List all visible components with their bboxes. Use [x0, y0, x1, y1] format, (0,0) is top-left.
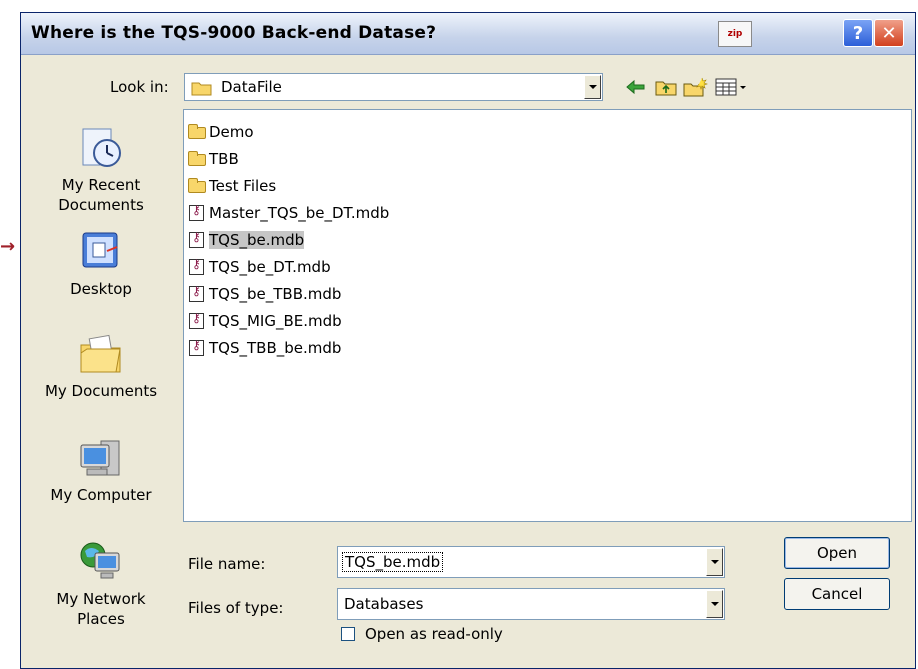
file-name-text: TQS_be_DT.mdb — [209, 258, 331, 276]
access-database-icon — [187, 311, 207, 330]
my-documents-icon — [77, 331, 125, 377]
place-label: My Computer — [50, 486, 152, 504]
file-name-text: TQS_MIG_BE.mdb — [209, 312, 342, 330]
desktop-icon — [77, 229, 125, 275]
access-database-icon — [187, 257, 207, 276]
place-label: Desktop — [70, 280, 132, 298]
access-database-icon — [187, 203, 207, 222]
place-my-network-places[interactable]: My Network Places — [21, 539, 181, 629]
file-list-item[interactable]: Master_TQS_be_DT.mdb — [187, 201, 389, 225]
file-name-text: Test Files — [209, 177, 277, 195]
look-in-label: Look in: — [110, 78, 169, 96]
file-list-item[interactable]: TQS_MIG_BE.mdb — [187, 309, 342, 333]
file-list[interactable]: Demo TBB Test Files Master_TQS_be_DT.mdb TQS… — [183, 109, 912, 522]
file-name-text: TQS_be_TBB.mdb — [209, 285, 342, 303]
place-label: My Documents — [44, 382, 158, 400]
file-list-item[interactable]: TQS_be_DT.mdb — [187, 255, 331, 279]
file-list-item[interactable]: TQS_be.mdb — [187, 228, 305, 252]
access-database-icon — [187, 284, 207, 303]
file-name-text: TQS_TBB_be.mdb — [209, 339, 342, 357]
look-in-dropdown-button[interactable] — [584, 75, 601, 99]
file-list-item[interactable]: TQS_be_TBB.mdb — [187, 282, 341, 306]
folder-icon — [191, 82, 212, 96]
title-bar: Where is the TQS-9000 Back-end Datase? z… — [21, 13, 915, 55]
access-database-icon — [187, 230, 207, 249]
chevron-down-icon — [588, 85, 597, 89]
place-my-computer[interactable]: My Computer — [21, 435, 181, 505]
recent-documents-icon — [77, 125, 125, 171]
file-name-input[interactable]: TQS_be.mdb — [337, 546, 725, 578]
file-list-item[interactable]: TQS_TBB_be.mdb — [187, 336, 341, 360]
chevron-down-icon — [710, 602, 719, 606]
folder-icon — [187, 150, 207, 168]
place-my-recent-documents[interactable]: My Recent Documents — [21, 125, 181, 215]
chevron-down-icon — [710, 560, 719, 564]
read-only-label: Open as read-only — [365, 625, 503, 643]
file-list-item[interactable]: Test Files — [187, 174, 276, 198]
zip-button[interactable]: zip — [718, 21, 752, 47]
look-in-dropdown[interactable]: DataFile — [184, 73, 603, 101]
file-type-dropdown[interactable]: Databases — [337, 588, 725, 620]
file-name-text: TQS_be.mdb — [209, 231, 305, 249]
file-name-text: Master_TQS_be_DT.mdb — [209, 204, 390, 222]
network-places-icon — [77, 539, 125, 585]
place-label: My Network Places — [56, 590, 146, 628]
file-name-dropdown-button[interactable] — [706, 548, 723, 576]
file-name-text: Demo — [209, 123, 254, 141]
file-name-label: File name: — [188, 555, 266, 573]
read-only-checkbox[interactable] — [341, 627, 355, 641]
read-only-option[interactable]: Open as read-only — [341, 625, 503, 643]
place-my-documents[interactable]: My Documents — [21, 331, 181, 401]
file-name-text: TBB — [209, 150, 239, 168]
help-button[interactable]: ? — [843, 19, 873, 47]
file-name-value: TQS_be.mdb — [342, 552, 444, 572]
view-menu-icon[interactable] — [715, 76, 749, 98]
file-type-label: Files of type: — [188, 599, 284, 617]
annotation-arrow: → — [0, 236, 16, 257]
places-bar: My Recent Documents Desktop My Documents… — [21, 109, 181, 669]
back-arrow-icon[interactable] — [625, 76, 647, 98]
place-desktop[interactable]: Desktop — [21, 229, 181, 299]
up-one-level-icon[interactable] — [655, 76, 677, 98]
open-button[interactable]: Open — [784, 537, 890, 569]
file-type-value: Databases — [344, 595, 424, 613]
folder-icon — [187, 123, 207, 141]
file-type-dropdown-button[interactable] — [706, 590, 723, 618]
new-folder-icon[interactable] — [683, 76, 709, 98]
my-computer-icon — [77, 435, 125, 481]
cancel-button[interactable]: Cancel — [784, 578, 890, 610]
look-in-value: DataFile — [221, 78, 282, 96]
open-file-dialog: Where is the TQS-9000 Back-end Datase? z… — [20, 12, 916, 669]
folder-icon — [187, 177, 207, 195]
place-label: My Recent Documents — [58, 176, 144, 214]
file-list-item[interactable]: Demo — [187, 120, 254, 144]
close-button[interactable]: ✕ — [874, 19, 904, 47]
access-database-icon — [187, 338, 207, 357]
file-list-item[interactable]: TBB — [187, 147, 239, 171]
dialog-title: Where is the TQS-9000 Back-end Datase? — [31, 23, 437, 43]
